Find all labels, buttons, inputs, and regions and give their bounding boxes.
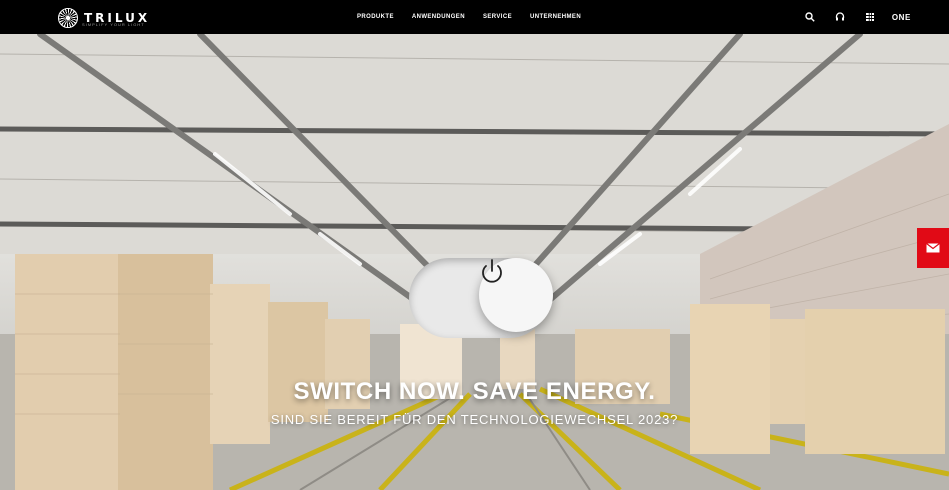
one-login-link[interactable]: ONE	[892, 13, 911, 22]
hero-subheadline: SIND SIE BEREIT FÜR DEN TECHNOLOGIEWECHS…	[270, 412, 679, 427]
nav-service[interactable]: SERVICE	[483, 14, 512, 20]
nav-anwendungen[interactable]: ANWENDUNGEN	[412, 14, 465, 20]
logo-mark-icon	[58, 8, 78, 28]
grid-icon[interactable]	[862, 9, 878, 25]
contact-mail-tab[interactable]	[917, 228, 949, 268]
page: TRILUX SIMPLIFY YOUR LIGHT PRODUKTE ANWE…	[0, 0, 949, 490]
main-nav: PRODUKTE ANWENDUNGEN SERVICE UNTERNEHMEN	[357, 0, 581, 34]
hero-banner: SWITCH NOW. SAVE ENERGY. SIND SIE BEREIT…	[0, 34, 949, 490]
logo-tagline: SIMPLIFY YOUR LIGHT	[82, 22, 145, 27]
power-icon	[482, 259, 502, 283]
top-navigation-bar: TRILUX SIMPLIFY YOUR LIGHT PRODUKTE ANWE…	[0, 0, 949, 35]
trilux-logo[interactable]: TRILUX SIMPLIFY YOUR LIGHT	[58, 8, 150, 28]
nav-unternehmen[interactable]: UNTERNEHMEN	[530, 14, 581, 20]
search-icon[interactable]	[802, 9, 818, 25]
nav-produkte[interactable]: PRODUKTE	[357, 14, 394, 20]
headset-icon[interactable]	[832, 9, 848, 25]
hero-headline: SWITCH NOW. SAVE ENERGY.	[293, 378, 656, 405]
mail-icon	[926, 243, 940, 253]
energy-toggle-knob[interactable]	[479, 258, 553, 332]
header-tools: ONE	[802, 0, 911, 34]
